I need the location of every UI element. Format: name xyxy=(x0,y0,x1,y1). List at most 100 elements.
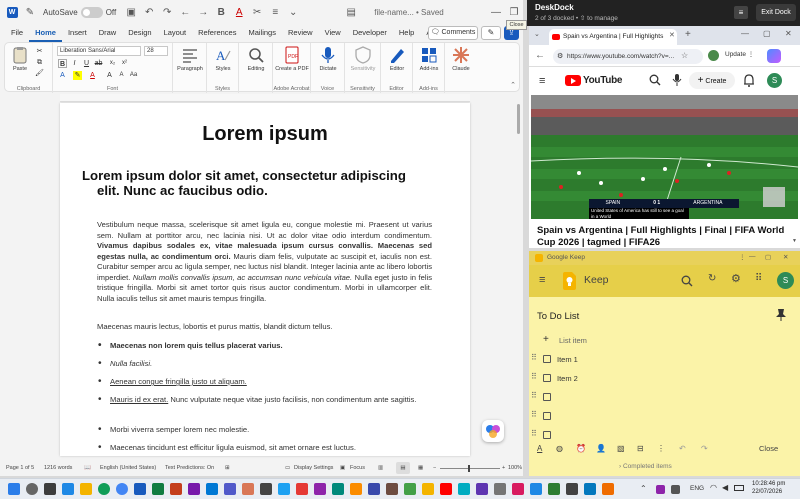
close-note-button[interactable]: Close xyxy=(759,444,778,453)
widgets-icon[interactable] xyxy=(62,483,74,495)
wifi-icon[interactable]: ◠ xyxy=(710,483,717,492)
avatar[interactable]: S xyxy=(767,73,782,88)
keep-minimize-icon[interactable]: — xyxy=(749,253,756,260)
clock-date[interactable]: 22/07/2026 xyxy=(752,489,782,495)
copy-icon[interactable]: ⧉ xyxy=(35,58,44,67)
edge-icon[interactable] xyxy=(98,483,110,495)
font-name-dropdown[interactable]: Liberation Sans/Arial xyxy=(57,46,141,56)
video-title[interactable]: Spain vs Argentina | Full Highlights | F… xyxy=(537,225,793,248)
tab-help[interactable]: Help xyxy=(393,24,420,42)
menu-icon[interactable]: ≡ xyxy=(539,274,545,286)
vertical-ruler[interactable] xyxy=(0,95,12,458)
tab-list-icon[interactable]: ⌄ xyxy=(534,30,540,38)
format-painter-icon[interactable]: 🖌 xyxy=(35,69,44,78)
scroll-down-icon[interactable]: ▼ xyxy=(792,238,797,244)
back-icon[interactable]: ← xyxy=(535,50,545,61)
addins-button[interactable]: Add-ins xyxy=(415,46,443,72)
deskdock-menu-button[interactable]: ≡ xyxy=(734,6,748,19)
app-icon[interactable] xyxy=(476,483,488,495)
tray-chevron-icon[interactable]: ⌃ xyxy=(640,484,647,493)
app-icon[interactable] xyxy=(494,483,506,495)
app-icon[interactable] xyxy=(458,483,470,495)
youtube-logo[interactable]: YouTube xyxy=(565,75,623,86)
tab-references[interactable]: References xyxy=(192,24,242,42)
app-icon[interactable] xyxy=(350,483,362,495)
web-layout-icon[interactable]: ▦ xyxy=(418,465,423,471)
text-format-icon[interactable]: A xyxy=(537,444,542,453)
outlook-icon[interactable] xyxy=(206,483,218,495)
tab-file[interactable]: File xyxy=(5,24,29,42)
youtube-taskbar-icon[interactable] xyxy=(440,483,452,495)
strikethrough-button[interactable]: ab xyxy=(94,59,103,68)
app-icon[interactable] xyxy=(602,483,614,495)
tab-mailings[interactable]: Mailings xyxy=(242,24,282,42)
refresh-icon[interactable]: ↻ xyxy=(708,273,716,284)
video-player[interactable]: SPAIN 0 1 ARGENTINA United States of Ame… xyxy=(531,95,798,219)
proofing-icon[interactable]: 📖 xyxy=(84,465,91,471)
font-color-icon[interactable]: A xyxy=(88,71,97,80)
bold-qat-icon[interactable]: B xyxy=(212,3,230,21)
pin-icon[interactable] xyxy=(776,309,786,321)
editing-mode-button[interactable]: ✎ xyxy=(481,26,501,40)
drag-handle-icon[interactable]: ⠿ xyxy=(531,391,537,400)
window-maximize-icon[interactable]: ▢ xyxy=(763,29,771,38)
font-size-dropdown[interactable]: 28 xyxy=(144,46,168,56)
menu-icon[interactable]: ≡ xyxy=(539,75,545,87)
tab-draw[interactable]: Draw xyxy=(93,24,123,42)
comments-button[interactable]: 🗨 Comments xyxy=(428,26,478,40)
subscript-button[interactable]: x₂ xyxy=(108,59,117,68)
redo-icon[interactable]: ↷ xyxy=(158,3,176,21)
create-button[interactable]: + Create xyxy=(689,72,735,89)
restore-icon[interactable]: ❐ xyxy=(505,3,523,21)
list-item[interactable]: ⠿ Item 1 xyxy=(529,350,800,368)
window-minimize-icon[interactable]: — xyxy=(741,29,749,38)
align-center-icon[interactable]: ≡ xyxy=(266,3,284,21)
highlight-icon[interactable]: ✎ xyxy=(73,71,82,80)
autosave-toggle[interactable] xyxy=(80,6,103,18)
word-app-icon[interactable]: W xyxy=(3,3,21,21)
search-icon[interactable] xyxy=(26,483,38,495)
vertical-scrollbar[interactable] xyxy=(515,100,521,455)
editing-button[interactable]: Editing xyxy=(241,46,271,72)
pen-icon[interactable]: ✎ xyxy=(21,3,39,21)
redo-icon[interactable]: ↷ xyxy=(701,444,708,453)
bookmark-icon[interactable]: ☆ xyxy=(681,51,688,60)
focus-icon[interactable]: ▣ xyxy=(340,465,345,471)
start-icon[interactable] xyxy=(8,483,20,495)
accessibility-icon[interactable]: ⊞ xyxy=(225,465,230,471)
new-tab-icon[interactable]: + xyxy=(685,29,691,40)
keep-logo-icon[interactable] xyxy=(563,272,576,290)
tray-app-icon[interactable] xyxy=(656,485,665,494)
claude-button[interactable]: Claude xyxy=(447,46,475,72)
forward-icon[interactable]: → xyxy=(194,3,212,21)
exit-dock-button[interactable]: Exit Dock xyxy=(756,4,796,21)
checkbox[interactable] xyxy=(543,431,551,439)
search-icon[interactable] xyxy=(649,74,661,86)
collaborator-icon[interactable]: 👤 xyxy=(596,444,606,453)
chrome-menu-icon[interactable] xyxy=(767,49,781,63)
word-taskbar-icon[interactable] xyxy=(134,483,146,495)
print-layout-icon[interactable]: ▤ xyxy=(396,462,410,474)
superscript-button[interactable]: x² xyxy=(120,59,129,68)
tab-developer[interactable]: Developer xyxy=(347,24,393,42)
italic-button[interactable]: I xyxy=(70,59,79,68)
add-list-item[interactable]: + List item xyxy=(529,331,800,349)
grow-font-icon[interactable]: A xyxy=(105,71,114,80)
list-item[interactable]: ⠿ xyxy=(529,407,800,425)
more-icon[interactable]: ⋮ xyxy=(657,444,665,453)
zoom-in-icon[interactable]: + xyxy=(502,465,505,471)
paragraph-button[interactable]: Paragraph xyxy=(175,46,205,72)
avatar[interactable]: S xyxy=(777,272,794,289)
keep-close-icon[interactable]: ✕ xyxy=(783,253,788,261)
read-mode-icon[interactable]: ▥ xyxy=(378,465,383,471)
clock-time[interactable]: 10:28:46 pm xyxy=(752,481,785,487)
settings-icon[interactable]: ⚙ xyxy=(731,272,741,285)
create-pdf-button[interactable]: PDF Create a PDF xyxy=(275,46,309,72)
image-icon[interactable]: ▧ xyxy=(617,444,625,453)
teams-icon[interactable] xyxy=(224,483,236,495)
drag-handle-icon[interactable]: ⠿ xyxy=(531,372,537,381)
shrink-font-icon[interactable]: A xyxy=(117,71,126,80)
cut-icon[interactable]: ✂ xyxy=(35,47,44,56)
drag-handle-icon[interactable]: ⠿ xyxy=(531,410,537,419)
app-icon[interactable] xyxy=(404,483,416,495)
